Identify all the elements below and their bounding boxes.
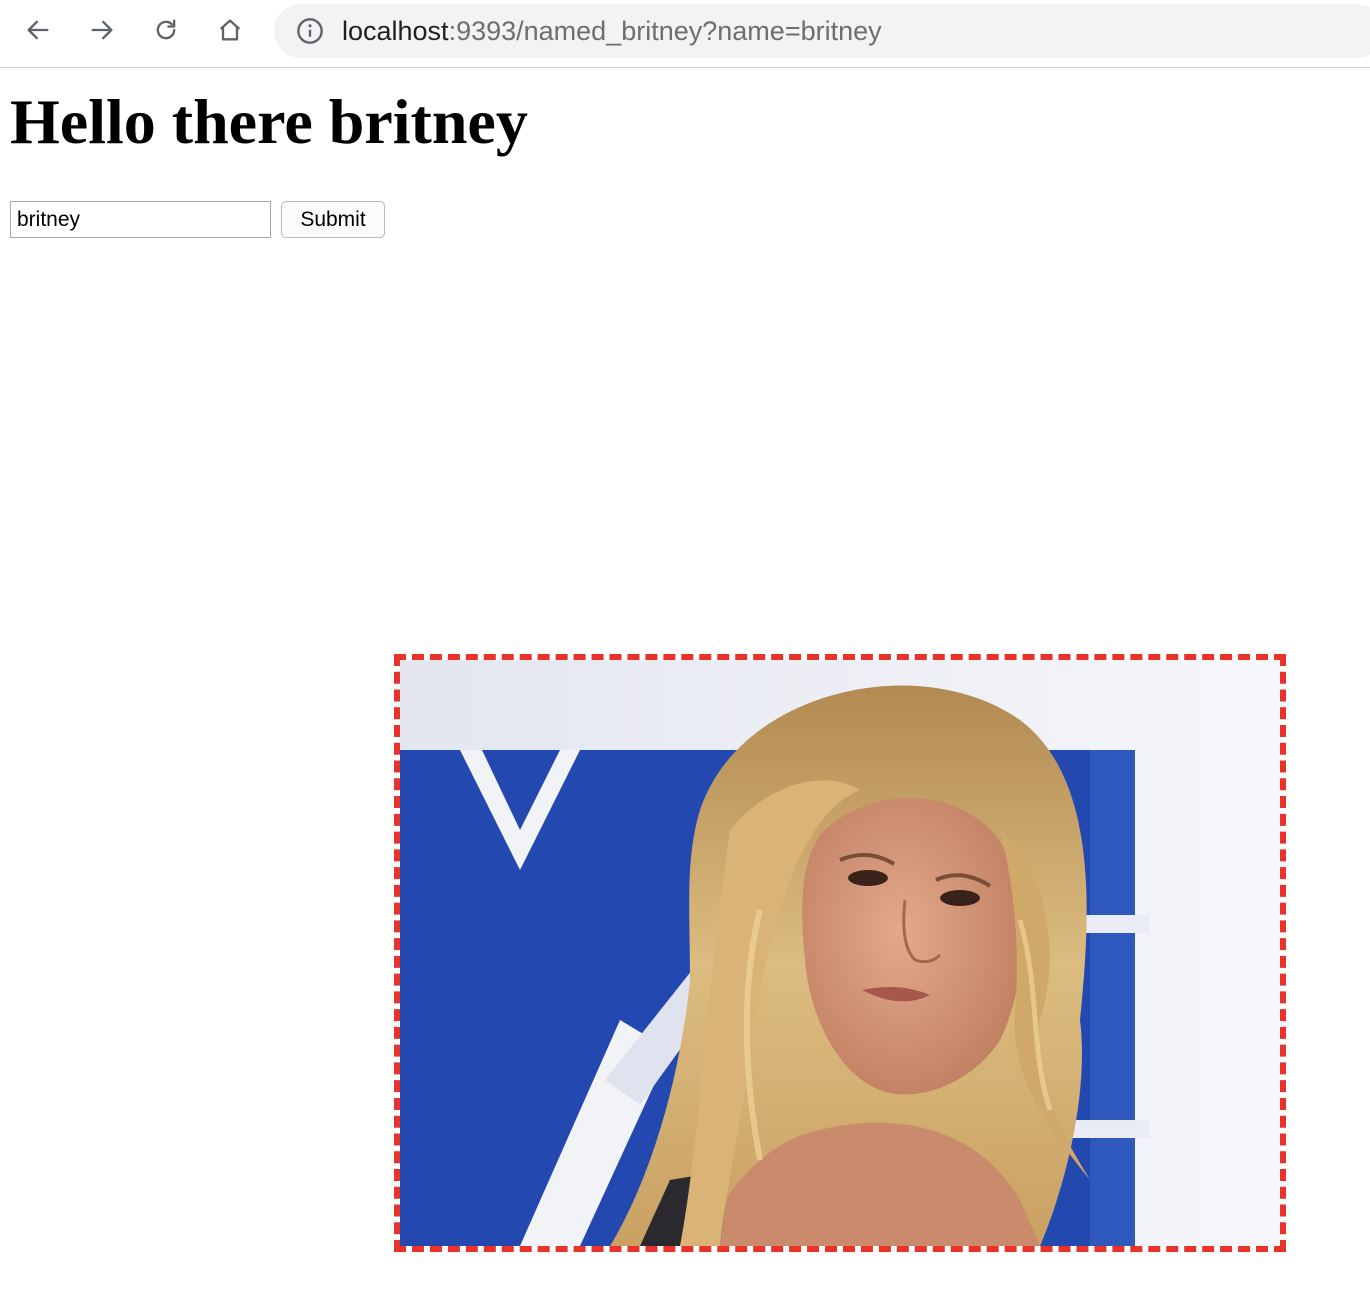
forward-arrow-icon: [91, 20, 113, 40]
back-arrow-icon: [27, 20, 49, 40]
name-input[interactable]: [10, 201, 271, 238]
portrait-photo: [400, 660, 1280, 1246]
address-bar[interactable]: localhost:9393/named_britney?name=britne…: [274, 4, 1370, 58]
url-host: localhost: [342, 16, 449, 46]
reload-icon: [156, 19, 176, 40]
back-button[interactable]: [18, 10, 58, 50]
forward-button[interactable]: [82, 10, 122, 50]
home-icon: [219, 19, 241, 41]
page-title: Hello there britney: [10, 86, 528, 157]
url-text[interactable]: localhost:9393/named_britney?name=britne…: [342, 16, 882, 46]
submit-button[interactable]: Submit: [281, 201, 385, 238]
url-path: :9393/named_britney?name=britney: [448, 16, 882, 46]
photo-frame: [394, 654, 1286, 1252]
home-button[interactable]: [210, 10, 250, 50]
reload-button[interactable]: [146, 10, 186, 50]
info-icon[interactable]: [296, 17, 324, 45]
browser-toolbar: localhost:9393/named_britney?name=britne…: [0, 0, 1370, 68]
